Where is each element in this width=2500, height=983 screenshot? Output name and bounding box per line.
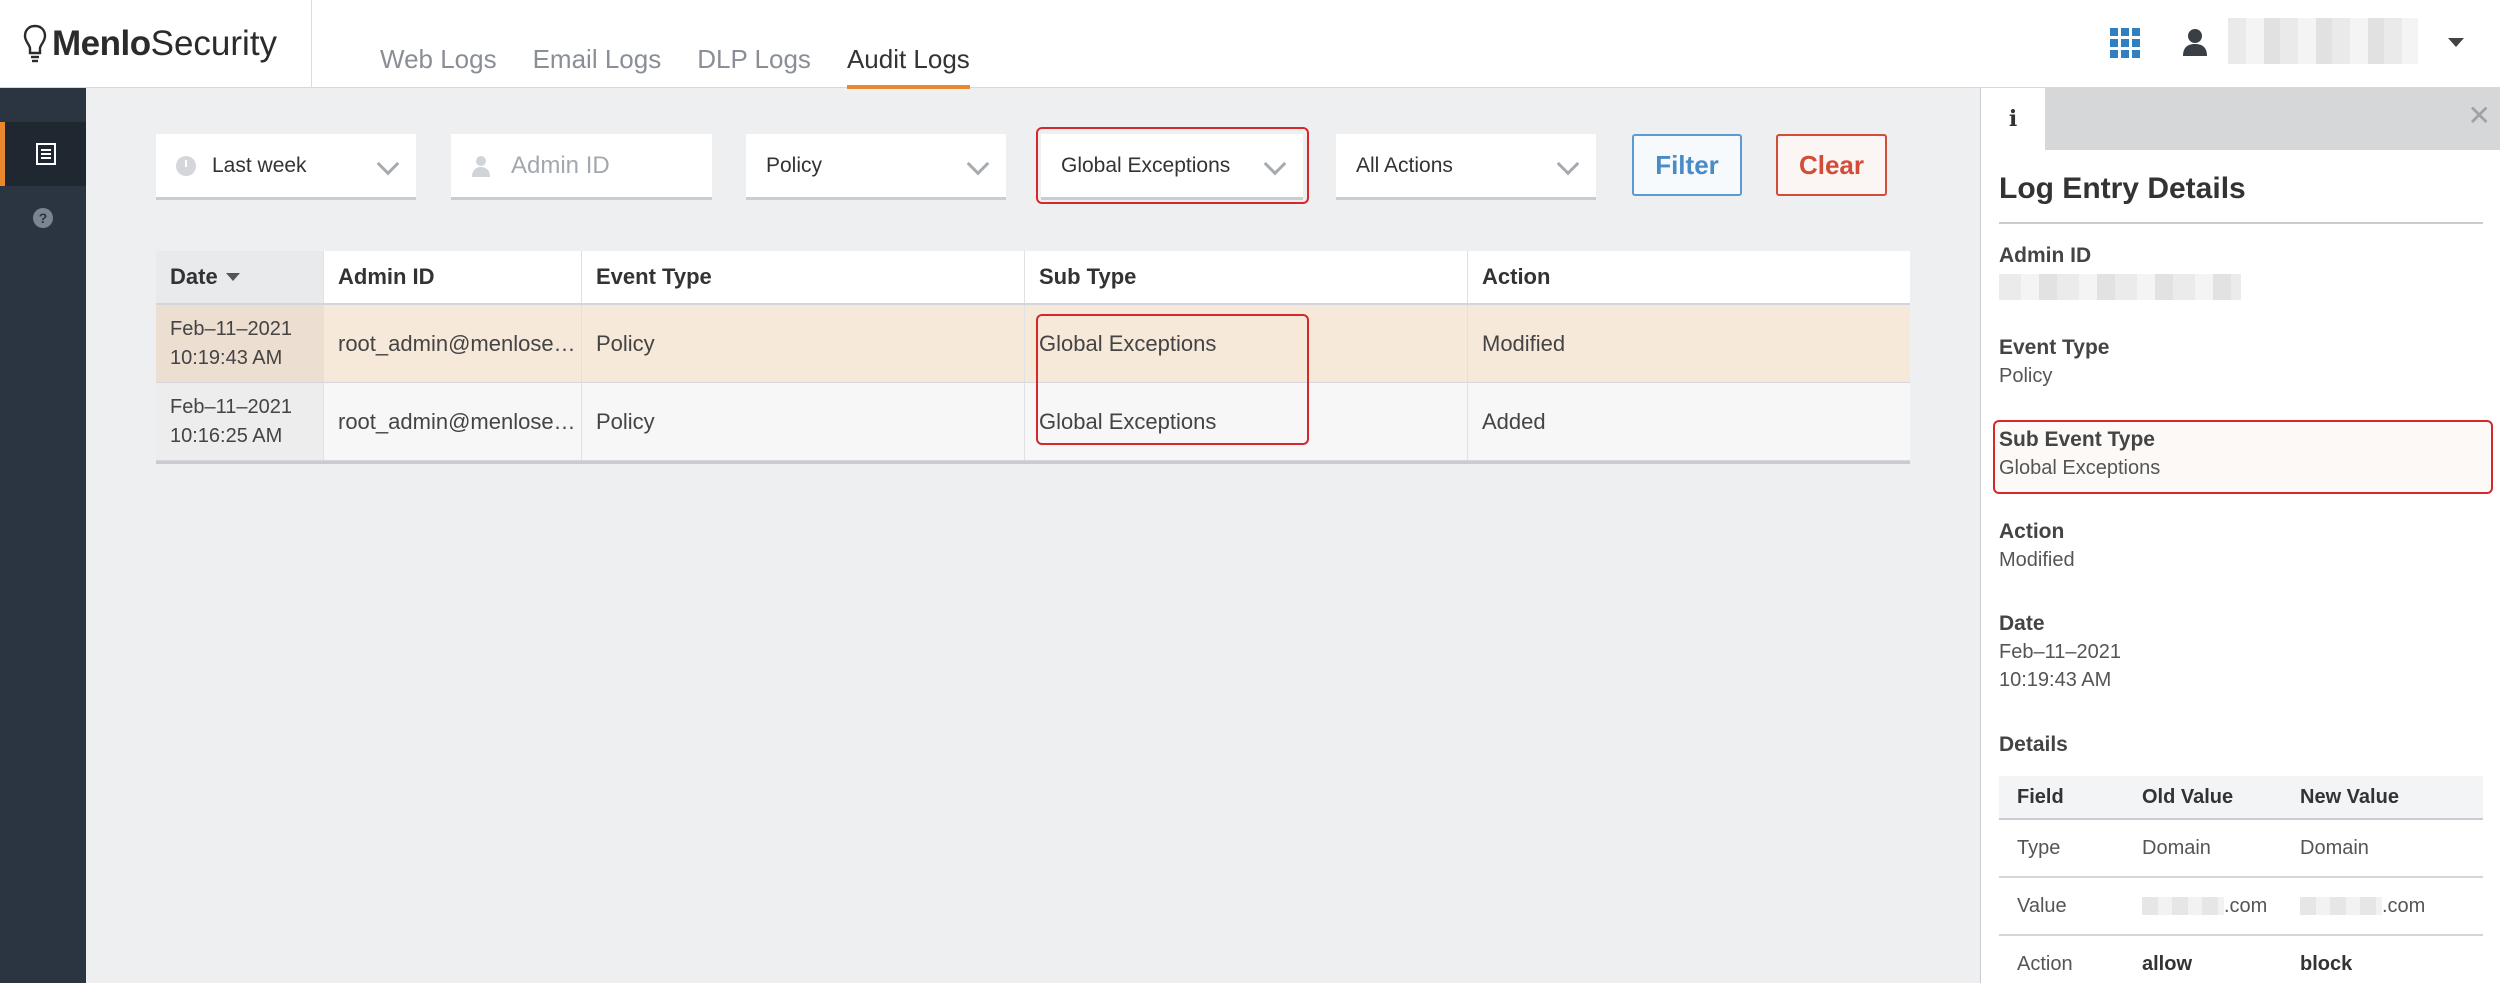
action-value: Modified xyxy=(1999,549,2075,571)
admin-id-label: Admin ID xyxy=(1999,244,2092,267)
time-range-select[interactable]: Last week xyxy=(156,134,416,200)
details-old-value: .com xyxy=(2224,894,2268,917)
details-new-value-cell: .com xyxy=(2292,895,2483,918)
details-header-old-value: Old Value xyxy=(2142,785,2234,808)
tab-dlp-logs[interactable]: DLP Logs xyxy=(697,44,811,89)
chevron-down-icon xyxy=(1556,152,1580,176)
row-date: Feb–11–2021 10:19:43 AM xyxy=(156,305,324,382)
tab-audit-logs[interactable]: Audit Logs xyxy=(846,44,970,89)
details-field: Action xyxy=(2017,952,2073,975)
details-label: Details xyxy=(1999,733,2068,756)
details-field: Value xyxy=(2017,894,2067,917)
row-date: Feb–11–2021 10:16:25 AM xyxy=(156,383,324,460)
highlight-sub-type-filter xyxy=(1036,127,1309,204)
time-range-value: Last week xyxy=(212,153,307,177)
logo-text-menlo: Menlo xyxy=(52,24,151,63)
column-header-event-type[interactable]: Event Type xyxy=(582,251,1025,303)
details-header-new-value: New Value xyxy=(2300,785,2399,808)
time-value: 10:19:43 AM xyxy=(1999,669,2112,691)
details-old-value: Domain xyxy=(2142,836,2211,859)
filter-button[interactable]: Filter xyxy=(1632,134,1742,196)
details-field: Type xyxy=(2017,836,2061,859)
table-row[interactable]: Feb–11–2021 10:16:25 AM root_admin@menlo… xyxy=(156,383,1910,461)
details-row: Action allow block xyxy=(1999,936,2483,983)
person-icon xyxy=(472,155,490,177)
top-header: Menlo Security Web Logs Email Logs DLP Lo… xyxy=(0,0,2500,89)
sidebar-item-help[interactable]: ? xyxy=(0,186,86,250)
menlo-security-logo[interactable]: Menlo Security xyxy=(22,20,277,68)
action-label: Action xyxy=(1999,520,2065,543)
event-type-label: Event Type xyxy=(1999,336,2110,359)
logo-text-security: Security xyxy=(150,24,278,63)
actions-value: All Actions xyxy=(1356,153,1453,177)
panel-title: Log Entry Details xyxy=(1999,172,2246,205)
column-header-date[interactable]: Date xyxy=(156,251,324,303)
row-admin-id: root_admin@menlose… xyxy=(324,383,582,460)
row-action: Modified xyxy=(1482,330,1566,356)
details-new-value: .com xyxy=(2382,894,2426,917)
column-header-date-label: Date xyxy=(170,264,218,289)
sub-event-type-value: Global Exceptions xyxy=(1999,457,2161,479)
event-type-value: Policy xyxy=(1999,365,2053,387)
log-entry-details-panel: i ✕ Log Entry Details Admin ID Event Typ… xyxy=(1980,88,2500,983)
redacted-domain xyxy=(2142,897,2224,916)
table-row[interactable]: Feb–11–2021 10:19:43 AM root_admin@menlo… xyxy=(156,305,1910,383)
clock-icon xyxy=(176,155,196,176)
apps-grid-icon[interactable] xyxy=(2110,28,2140,58)
panel-divider xyxy=(1999,222,2483,224)
row-action: Added xyxy=(1482,408,1546,434)
row-event-type: Policy xyxy=(582,305,1025,382)
info-tab-icon[interactable]: i xyxy=(1981,88,2045,150)
chevron-down-icon xyxy=(966,152,990,176)
admin-id-input[interactable]: Admin ID xyxy=(451,134,712,200)
audit-log-table: Date Admin ID Event Type Sub Type Action… xyxy=(156,251,1910,464)
redacted-domain xyxy=(2300,897,2382,916)
sort-desc-icon xyxy=(225,273,240,281)
details-new-value: Domain xyxy=(2300,836,2369,859)
details-row: Type Domain Domain xyxy=(1999,820,2483,878)
tab-web-logs[interactable]: Web Logs xyxy=(380,44,497,89)
date-value: Feb–11–2021 xyxy=(1999,641,2121,663)
help-icon: ? xyxy=(33,208,53,228)
user-icon[interactable] xyxy=(2182,28,2208,56)
column-header-sub-type[interactable]: Sub Type xyxy=(1025,251,1468,303)
column-header-action[interactable]: Action xyxy=(1468,251,1910,303)
row-event-type: Policy xyxy=(582,383,1025,460)
row-date-time: 10:19:43 AM xyxy=(170,346,283,369)
panel-tab-bar: i ✕ xyxy=(1981,88,2500,150)
row-date-day: Feb–11–2021 xyxy=(170,317,292,340)
sidebar-item-logs[interactable] xyxy=(0,122,86,186)
event-type-value: Policy xyxy=(766,153,823,177)
log-type-tabs: Web Logs Email Logs DLP Logs Audit Logs xyxy=(380,44,970,89)
left-sidebar: ? xyxy=(0,88,86,983)
redacted-username[interactable] xyxy=(2228,18,2418,64)
date-label: Date xyxy=(1999,612,2045,635)
close-icon[interactable]: ✕ xyxy=(2468,102,2491,130)
actions-select[interactable]: All Actions xyxy=(1336,134,1596,200)
details-old-value: allow xyxy=(2142,952,2193,975)
chevron-down-icon xyxy=(376,152,400,176)
lightbulb-icon xyxy=(23,24,47,63)
tab-email-logs[interactable]: Email Logs xyxy=(533,44,662,89)
row-admin-id: root_admin@menlose… xyxy=(324,305,582,382)
redacted-admin-id xyxy=(1999,274,2241,300)
clear-button[interactable]: Clear xyxy=(1776,134,1887,196)
row-date-time: 10:16:25 AM xyxy=(170,424,283,447)
event-type-select[interactable]: Policy xyxy=(746,134,1006,200)
details-header-field: Field xyxy=(2017,785,2064,808)
sub-event-type-label: Sub Event Type xyxy=(1999,428,2155,451)
highlight-sub-type-cells xyxy=(1036,314,1309,445)
user-menu-caret-icon[interactable] xyxy=(2448,38,2464,47)
header-divider xyxy=(311,0,312,88)
column-header-admin-id[interactable]: Admin ID xyxy=(324,251,582,303)
details-new-value: block xyxy=(2300,952,2353,975)
details-old-value-cell: .com xyxy=(2134,895,2292,918)
row-date-day: Feb–11–2021 xyxy=(170,395,292,418)
details-table-header: Field Old Value New Value xyxy=(1999,776,2483,820)
details-table: Field Old Value New Value Type Domain Do… xyxy=(1999,776,2483,983)
log-list-icon xyxy=(35,143,56,165)
table-header: Date Admin ID Event Type Sub Type Action xyxy=(156,251,1910,305)
admin-id-placeholder: Admin ID xyxy=(511,151,610,179)
details-row: Value .com .com xyxy=(1999,878,2483,936)
